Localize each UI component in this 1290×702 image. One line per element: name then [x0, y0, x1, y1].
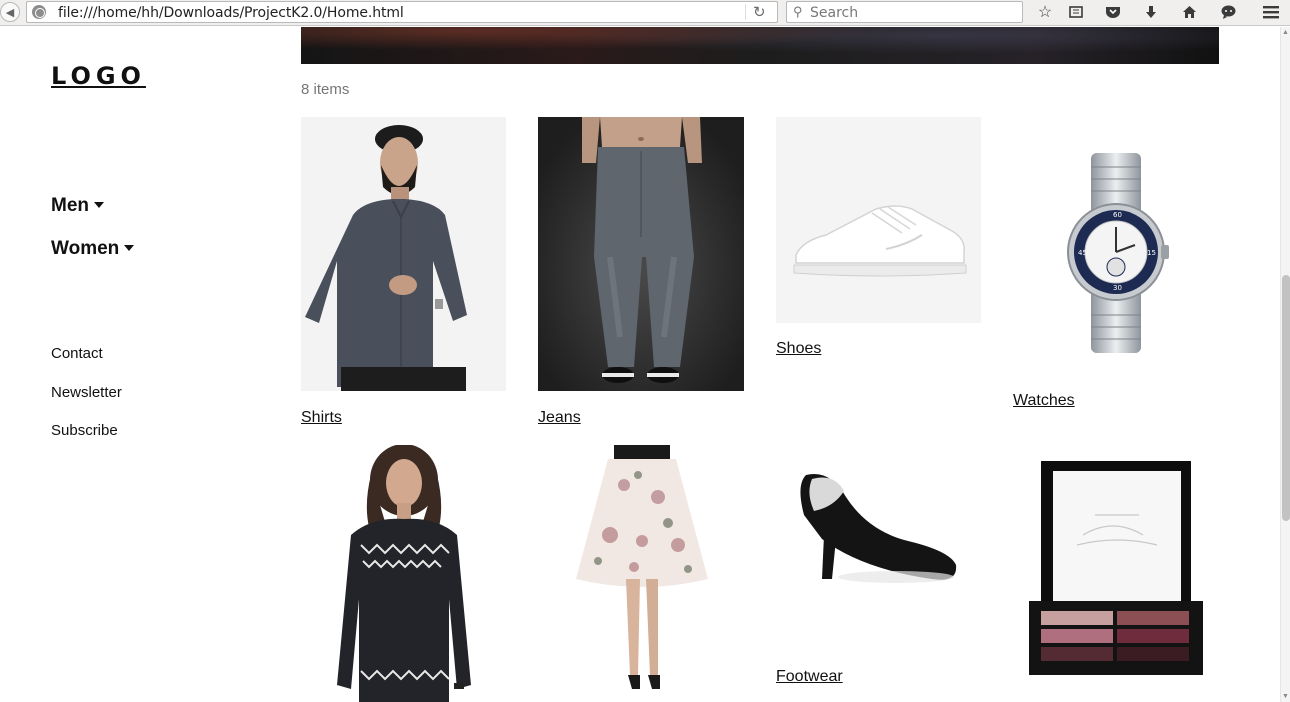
product-image-watches[interactable]: 60 15 45 30: [1013, 117, 1219, 391]
nav-men-label[interactable]: Men: [51, 195, 89, 216]
reading-list-icon[interactable]: [1065, 2, 1087, 22]
page-scrollbar[interactable]: ▲ ▼: [1280, 27, 1290, 702]
reload-icon[interactable]: ↻: [753, 3, 766, 21]
product-image-footwear[interactable]: [776, 445, 981, 651]
url-bar[interactable]: file:///home/hh/Downloads/ProjectK2.0/Ho…: [26, 1, 778, 23]
product-label-jeans[interactable]: Jeans: [538, 409, 581, 427]
link-newsletter[interactable]: Newsletter: [51, 384, 122, 401]
item-count: 8 items: [301, 81, 350, 98]
site-logo[interactable]: LOGO: [51, 62, 146, 90]
product-label-shirts[interactable]: Shirts: [301, 409, 342, 427]
product-image-jeans[interactable]: [538, 117, 744, 391]
product-image-skirt[interactable]: [538, 445, 744, 702]
url-text[interactable]: file:///home/hh/Downloads/ProjectK2.0/Ho…: [58, 5, 404, 21]
caret-down-icon: [94, 202, 104, 208]
svg-text:15: 15: [1147, 249, 1156, 257]
svg-text:45: 45: [1078, 249, 1087, 257]
product-label-shoes[interactable]: Shoes: [776, 340, 821, 358]
search-bar[interactable]: ⚲ Search: [786, 1, 1023, 23]
nav-women[interactable]: Women: [51, 238, 135, 260]
svg-text:30: 30: [1113, 284, 1122, 292]
nav-men[interactable]: Men: [51, 195, 104, 217]
chat-icon[interactable]: [1217, 2, 1239, 22]
scroll-thumb[interactable]: [1282, 275, 1290, 521]
back-icon[interactable]: ◀: [0, 2, 20, 22]
product-image-palette[interactable]: [1013, 445, 1219, 702]
scroll-down-icon[interactable]: ▼: [1282, 693, 1289, 700]
url-separator: [745, 4, 746, 20]
menu-icon[interactable]: [1260, 2, 1282, 22]
search-placeholder[interactable]: Search: [810, 5, 858, 21]
product-image-shoes[interactable]: [776, 117, 981, 323]
hero-banner: [301, 27, 1219, 64]
product-image-shirts[interactable]: [301, 117, 506, 391]
search-icon: ⚲: [793, 4, 803, 19]
globe-icon: [32, 5, 46, 19]
link-subscribe[interactable]: Subscribe: [51, 422, 118, 439]
browser-toolbar: ◀ file:///home/hh/Downloads/ProjectK2.0/…: [0, 0, 1290, 26]
svg-text:60: 60: [1113, 211, 1122, 219]
caret-down-icon: [124, 245, 135, 251]
page-content: LOGO Men Women Contact Newsletter Subscr…: [0, 27, 1280, 702]
product-label-watches[interactable]: Watches: [1013, 392, 1075, 410]
download-icon[interactable]: [1140, 2, 1162, 22]
link-contact[interactable]: Contact: [51, 345, 103, 362]
scroll-up-icon[interactable]: ▲: [1282, 29, 1289, 36]
home-icon[interactable]: [1178, 2, 1200, 22]
product-label-footwear[interactable]: Footwear: [776, 668, 843, 686]
pocket-icon[interactable]: [1102, 2, 1124, 22]
star-icon[interactable]: ☆: [1034, 2, 1056, 22]
product-image-women-top[interactable]: [301, 445, 506, 702]
nav-women-label[interactable]: Women: [51, 238, 119, 259]
